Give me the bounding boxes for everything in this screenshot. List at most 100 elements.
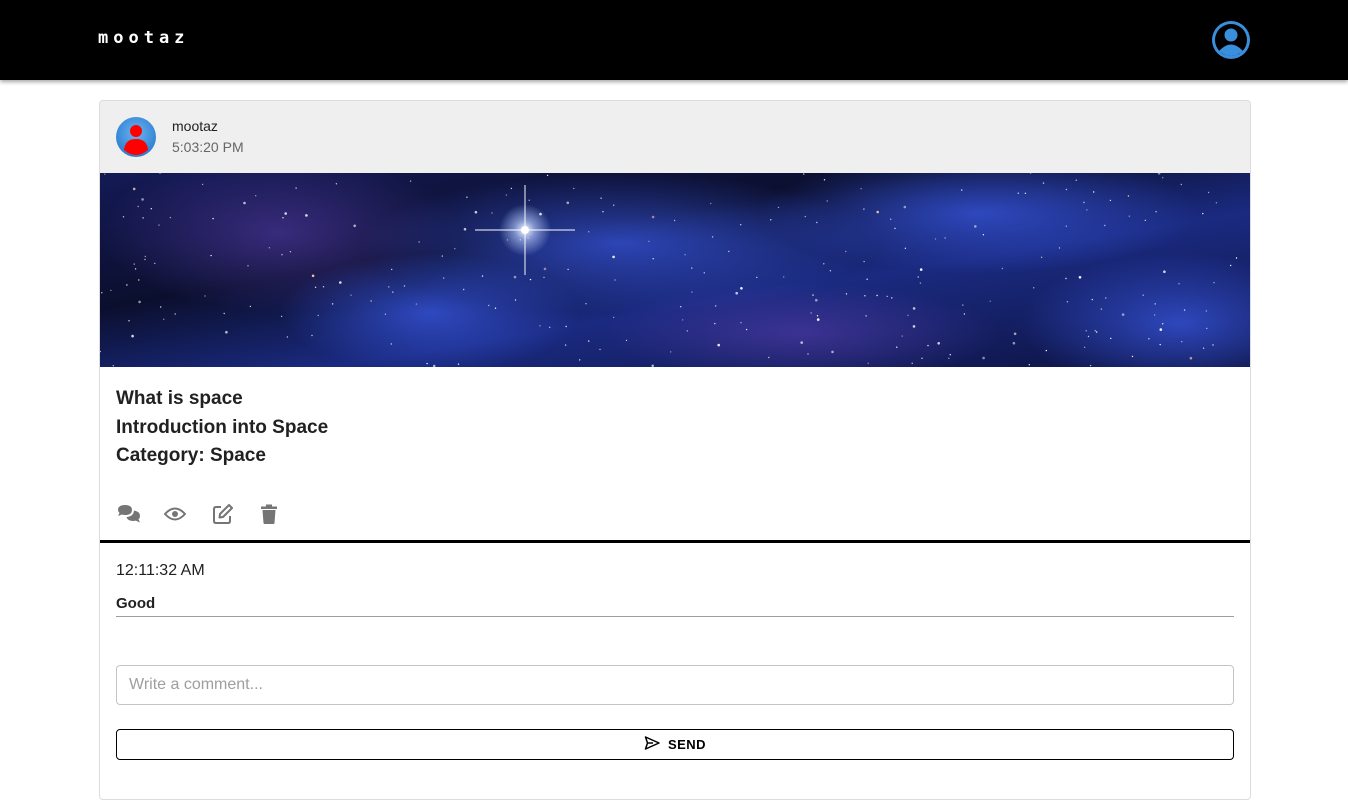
star — [1093, 191, 1095, 193]
comment-input[interactable] — [116, 665, 1234, 705]
star — [565, 325, 567, 328]
star — [937, 342, 940, 345]
star — [1087, 335, 1090, 338]
star — [1121, 313, 1125, 316]
star — [131, 334, 134, 338]
star — [735, 291, 738, 295]
star — [948, 357, 950, 359]
star — [963, 313, 966, 315]
star — [600, 197, 602, 199]
star — [691, 291, 693, 293]
send-button[interactable]: SEND — [116, 729, 1234, 760]
star — [549, 326, 551, 328]
comment-separator — [116, 616, 1234, 617]
star — [890, 218, 892, 220]
star — [648, 240, 650, 243]
star — [314, 286, 317, 288]
star — [426, 362, 428, 365]
post-category: Category: Space — [116, 445, 266, 466]
star — [911, 362, 913, 364]
star — [158, 224, 160, 226]
star — [1040, 256, 1043, 258]
star — [625, 339, 628, 342]
star — [457, 363, 460, 365]
star — [528, 199, 530, 201]
star — [974, 225, 977, 228]
star — [392, 291, 394, 293]
star — [756, 276, 758, 279]
star — [286, 336, 289, 338]
star — [331, 303, 334, 305]
star — [249, 305, 252, 308]
star — [1083, 346, 1086, 348]
star — [823, 263, 825, 265]
star — [212, 217, 214, 220]
comments-icon[interactable] — [116, 501, 164, 527]
star — [1109, 199, 1112, 202]
star — [770, 219, 772, 221]
star — [865, 315, 867, 317]
star — [510, 187, 513, 190]
eye-icon[interactable] — [164, 501, 212, 527]
post-author[interactable]: mootaz — [172, 118, 218, 134]
star — [1159, 328, 1163, 331]
star — [1178, 283, 1180, 285]
star — [585, 303, 587, 305]
star — [281, 254, 283, 256]
star — [1042, 182, 1045, 184]
star — [1154, 314, 1156, 316]
star — [1104, 224, 1106, 227]
star — [1183, 309, 1186, 311]
star — [1181, 341, 1183, 343]
edit-icon[interactable] — [212, 501, 260, 527]
star — [1105, 297, 1107, 299]
star — [1065, 277, 1067, 280]
star — [982, 234, 985, 236]
star — [128, 320, 130, 322]
trash-icon[interactable] — [260, 501, 308, 527]
star — [1075, 179, 1077, 181]
star — [1144, 219, 1147, 222]
post-card: mootaz 5:03:20 PM What is space Introduc… — [99, 100, 1251, 800]
star — [1013, 332, 1017, 336]
star — [529, 278, 532, 281]
star — [163, 318, 165, 320]
star — [919, 268, 923, 271]
star — [353, 224, 356, 228]
star — [403, 285, 406, 287]
star — [831, 350, 834, 354]
star — [1180, 183, 1183, 186]
star — [463, 227, 467, 231]
star — [876, 210, 879, 214]
star — [682, 319, 684, 321]
star — [481, 275, 484, 277]
star — [169, 216, 172, 219]
star — [783, 276, 785, 278]
star — [614, 279, 616, 281]
star — [684, 254, 686, 256]
star — [934, 238, 937, 240]
star — [126, 284, 128, 286]
star — [901, 335, 903, 337]
star — [174, 313, 176, 315]
star — [816, 221, 818, 224]
star — [339, 281, 342, 284]
star — [962, 304, 964, 306]
user-avatar-icon[interactable] — [116, 117, 156, 157]
star — [154, 262, 156, 265]
star — [823, 179, 826, 181]
star — [282, 217, 284, 219]
star — [1058, 247, 1061, 249]
star — [350, 294, 352, 296]
star — [1202, 347, 1205, 349]
star — [710, 202, 712, 205]
brand-logo-text[interactable]: mootaz — [98, 28, 189, 48]
star — [1091, 298, 1093, 301]
star — [612, 255, 615, 259]
star — [1078, 276, 1082, 279]
star — [1086, 209, 1088, 211]
star — [255, 195, 257, 197]
star — [243, 201, 246, 205]
star — [912, 325, 916, 328]
account-circle-icon[interactable] — [1211, 20, 1251, 60]
